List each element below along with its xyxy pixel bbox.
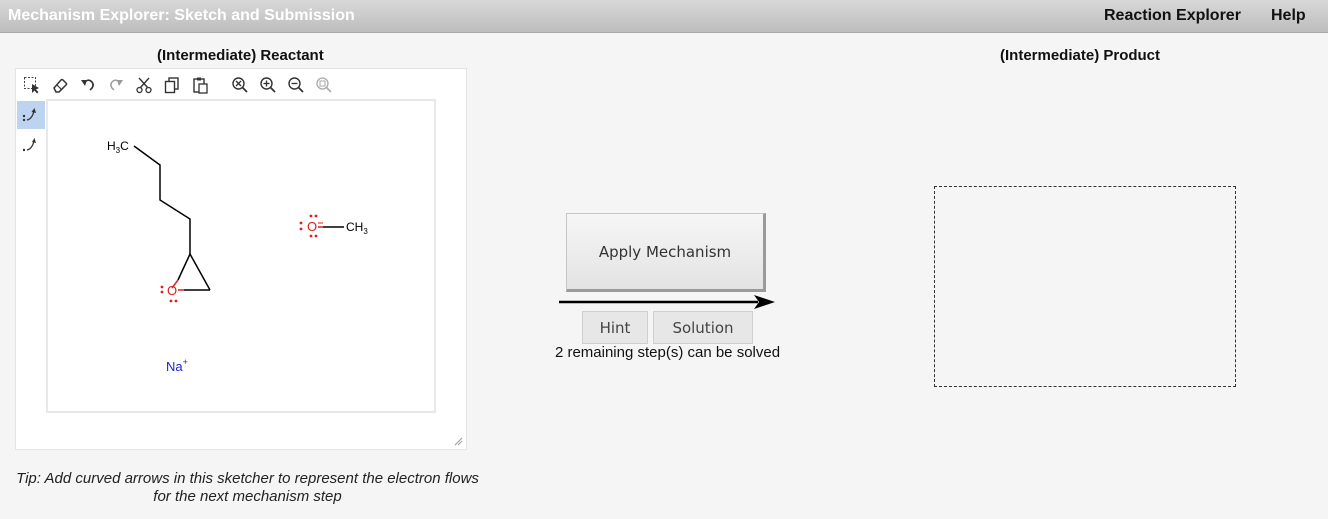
- electron-pair-arrow-icon[interactable]: [17, 101, 45, 129]
- lone-pair-dot: [309, 214, 313, 218]
- paste-icon[interactable]: [191, 76, 209, 94]
- methoxide-oxygen-label: O: [307, 219, 317, 234]
- lone-pair-dot: [160, 285, 164, 289]
- molecule-drawing: H3C O CH3 O Na+: [107, 139, 368, 374]
- reactant-sketcher[interactable]: H3C O CH3 O Na+: [15, 68, 467, 450]
- cut-icon[interactable]: [135, 76, 153, 94]
- zoom-reset-icon[interactable]: [231, 76, 249, 94]
- lone-pair-dot: [314, 214, 318, 218]
- lone-pair-dot: [299, 221, 303, 225]
- epoxide-oxygen-label: O: [167, 283, 177, 298]
- eraser-icon[interactable]: [51, 76, 69, 94]
- title-bar: Mechanism Explorer: Sketch and Submissio…: [0, 0, 1328, 33]
- select-icon[interactable]: [23, 76, 41, 94]
- reactant-panel-title: (Intermediate) Reactant: [157, 47, 324, 64]
- redo-icon: [107, 76, 125, 94]
- lone-pair-dot: [314, 234, 318, 238]
- zoom-in-icon[interactable]: [259, 76, 277, 94]
- lone-pair-dot: [160, 290, 164, 294]
- undo-icon[interactable]: [79, 76, 97, 94]
- copy-icon[interactable]: [163, 76, 181, 94]
- product-dropzone: [934, 186, 1236, 387]
- lone-pair-dot: [169, 299, 173, 303]
- lone-pair-dot: [299, 227, 303, 231]
- hint-button[interactable]: Hint: [582, 311, 648, 344]
- app-title: Mechanism Explorer: Sketch and Submissio…: [8, 7, 355, 24]
- product-panel-title: (Intermediate) Product: [1000, 47, 1161, 64]
- sketcher-toolbar: [16, 69, 466, 99]
- sketcher-tip: Tip: Add curved arrows in this sketcher …: [16, 470, 479, 505]
- lone-pair-dot: [309, 234, 313, 238]
- apply-mechanism-button[interactable]: Apply Mechanism: [566, 213, 766, 292]
- menu-help[interactable]: Help: [1271, 7, 1306, 25]
- epoxide-ring-bond: [189, 253, 211, 291]
- zoom-fit-icon: [315, 76, 333, 94]
- ch3-label: CH3: [346, 220, 368, 236]
- remaining-steps-text: 2 remaining step(s) can be solved: [554, 344, 781, 361]
- butyl-chain-bond: [133, 145, 191, 254]
- resize-handle-icon[interactable]: [453, 436, 463, 446]
- single-electron-arrow-icon[interactable]: [17, 131, 45, 159]
- solution-button[interactable]: Solution: [653, 311, 753, 344]
- epoxide-ring-bond: [177, 253, 191, 281]
- molecule-canvas[interactable]: H3C O CH3 O Na+: [46, 99, 436, 413]
- reaction-arrow: [559, 295, 775, 309]
- lone-pair-dot: [174, 299, 178, 303]
- zoom-out-icon[interactable]: [287, 76, 305, 94]
- menu-reaction-explorer[interactable]: Reaction Explorer: [1104, 7, 1241, 25]
- sketcher-sidebar: [16, 99, 46, 449]
- sodium-ion-label: Na+: [166, 357, 188, 374]
- h3c-label: H3C: [107, 139, 129, 155]
